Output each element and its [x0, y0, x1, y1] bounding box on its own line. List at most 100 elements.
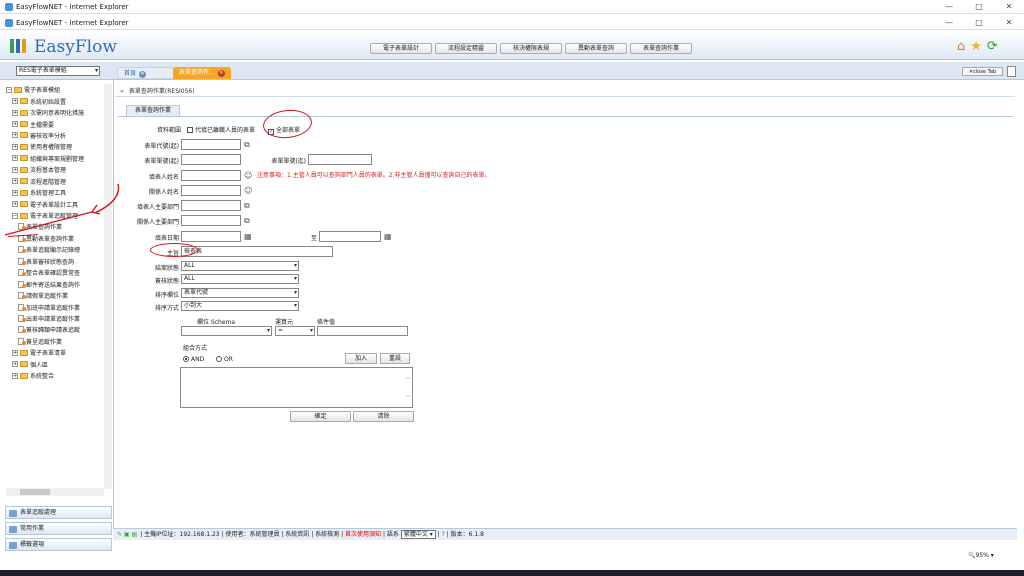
- language-select[interactable]: 繁體中文 ▾: [400, 530, 436, 539]
- accordion-tracking[interactable]: 表單追蹤處理: [5, 506, 112, 519]
- expand-icon[interactable]: +: [12, 109, 18, 116]
- tree-item[interactable]: + 使用者權限管理: [6, 141, 111, 152]
- nav-approval-rules[interactable]: 核決權限表規: [500, 43, 563, 54]
- expand-icon[interactable]: +: [12, 361, 18, 368]
- filler-dept-input[interactable]: [181, 200, 241, 211]
- expand-icon[interactable]: +: [12, 166, 18, 173]
- schema-select[interactable]: ▾: [181, 326, 272, 336]
- operator-select[interactable]: = ▾: [275, 326, 315, 336]
- accordion-tags[interactable]: 標籤選項: [5, 538, 112, 551]
- tab-home[interactable]: 首頁 ✕: [117, 67, 174, 79]
- date-start-input[interactable]: [181, 231, 241, 242]
- refresh-icon[interactable]: ⟳: [987, 40, 998, 54]
- close-status-select[interactable]: ALL ▾: [181, 261, 299, 271]
- tree-item[interactable]: + 主檔需要: [6, 118, 111, 129]
- status-first-use-link[interactable]: 首次使用須知: [345, 531, 381, 538]
- maximize-button[interactable]: □: [964, 2, 994, 11]
- zoom-level[interactable]: 🔍95% ▾: [968, 552, 994, 559]
- nav-form-query[interactable]: 表單查詢作業: [630, 43, 693, 54]
- sort-order-select[interactable]: 小到大 ▾: [181, 301, 299, 311]
- reset-button[interactable]: 重設: [380, 353, 410, 364]
- tree-item[interactable]: 加班申請單追蹤作業: [6, 301, 111, 312]
- review-status-select[interactable]: ALL ▾: [181, 274, 299, 284]
- close-icon[interactable]: ✕: [139, 71, 147, 78]
- add-button[interactable]: 加入: [345, 353, 377, 364]
- expand-icon[interactable]: +: [12, 121, 18, 128]
- user-icon[interactable]: ☺: [244, 171, 252, 180]
- tree-item[interactable]: 請假單追蹤作業: [6, 290, 111, 301]
- expand-icon[interactable]: +: [12, 155, 18, 162]
- close-window-button[interactable]: ✕: [994, 2, 1024, 11]
- tree-item[interactable]: 表單審核狀態查詢: [6, 256, 111, 267]
- tree-item[interactable]: 簽呈追蹤作業: [6, 336, 111, 347]
- form-code-input[interactable]: [181, 139, 241, 150]
- copy-icon[interactable]: ⧉: [244, 140, 250, 149]
- tree-item[interactable]: + 次需同意表明化措施: [6, 107, 111, 118]
- status-syscheck-link[interactable]: 系統檢測: [315, 531, 339, 538]
- condition-input[interactable]: [317, 326, 408, 336]
- minimize-button[interactable]: —: [934, 18, 964, 27]
- minimize-button[interactable]: —: [934, 2, 964, 11]
- checkbox[interactable]: [187, 127, 193, 133]
- tree-item[interactable]: 整合表單確認異常查: [6, 267, 111, 278]
- tree-item[interactable]: − 電子表單模組: [6, 84, 111, 95]
- tree-item[interactable]: 簽核歸類申請表追蹤: [6, 324, 111, 335]
- textarea-scrollbar[interactable]: ︿ ﹀: [404, 368, 412, 407]
- tree-item[interactable]: + 組織與專案規劃管理: [6, 153, 111, 164]
- close-window-button[interactable]: ✕: [994, 18, 1024, 27]
- condition-textarea[interactable]: ︿ ﹀: [180, 367, 413, 408]
- scroll-thumb[interactable]: [20, 489, 50, 495]
- tab-form-query[interactable]: 表單查詢作... ✕: [173, 67, 231, 79]
- maximize-button[interactable]: □: [964, 18, 994, 27]
- copy-icon[interactable]: ⧉: [244, 201, 250, 210]
- tree-item[interactable]: + 流程基本管理: [6, 164, 111, 175]
- date-end-input[interactable]: [319, 231, 381, 242]
- tree-item[interactable]: + 審核效率分析: [6, 130, 111, 141]
- subject-input[interactable]: 檢查表: [181, 246, 333, 257]
- radio[interactable]: [216, 356, 222, 362]
- and-radio[interactable]: AND: [183, 356, 204, 363]
- tree-item[interactable]: 郵件寄送結果查詢作: [6, 278, 111, 289]
- copy-icon[interactable]: ⧉: [244, 216, 250, 225]
- calendar-icon[interactable]: ▦: [384, 232, 392, 241]
- user-icon[interactable]: ☺: [244, 186, 252, 195]
- nav-change-query[interactable]: 異動表單查詢: [565, 43, 628, 54]
- tree-item[interactable]: + 個人區: [6, 359, 111, 370]
- tree-item[interactable]: 表單追蹤顯示記錄總: [6, 244, 111, 255]
- calendar-icon[interactable]: ▦: [244, 232, 252, 241]
- expand-icon[interactable]: +: [12, 372, 18, 379]
- expand-icon[interactable]: +: [12, 143, 18, 150]
- status-sysinfo-link[interactable]: 系統資訊: [285, 531, 309, 538]
- related-input[interactable]: [181, 185, 241, 196]
- tree-horizontal-scrollbar[interactable]: [6, 488, 104, 496]
- tree-vertical-scrollbar[interactable]: [104, 84, 112, 489]
- form-no-start-input[interactable]: [181, 154, 241, 165]
- tree-item[interactable]: 出差申請單追蹤作業: [6, 313, 111, 324]
- scope-option-resigned[interactable]: 代填已離職人員的表單: [187, 125, 255, 134]
- accordion-common[interactable]: 常用作業: [5, 522, 112, 535]
- form-tab[interactable]: 表單查詢作業: [126, 105, 180, 116]
- expand-icon[interactable]: +: [12, 349, 18, 356]
- radio-checked[interactable]: [183, 356, 189, 362]
- nav-flow-wizard[interactable]: 流程設定精靈: [435, 43, 498, 54]
- expand-icon[interactable]: +: [12, 98, 18, 105]
- sort-field-select[interactable]: 表單代號 ▾: [181, 288, 299, 298]
- or-radio[interactable]: OR: [216, 356, 233, 363]
- home-icon[interactable]: ⌂: [957, 40, 965, 54]
- collapse-icon[interactable]: −: [6, 86, 12, 93]
- tree-item[interactable]: + 系統初始設置: [6, 95, 111, 106]
- filler-input[interactable]: [181, 170, 241, 181]
- tree-item[interactable]: + 電子表單清單: [6, 347, 111, 358]
- related-dept-input[interactable]: [181, 215, 241, 226]
- help-icon[interactable]: ?: [442, 531, 445, 538]
- fullscreen-button[interactable]: [1007, 66, 1016, 77]
- close-tab-button[interactable]: ✕close Tab: [962, 67, 1003, 76]
- module-select[interactable]: RES電子表單模組 ▾: [16, 66, 100, 76]
- expand-icon[interactable]: +: [12, 132, 18, 139]
- clear-button[interactable]: 清除: [353, 411, 414, 422]
- confirm-button[interactable]: 確定: [290, 411, 351, 422]
- close-icon[interactable]: ✕: [217, 70, 225, 77]
- nav-form-design[interactable]: 電子表單設計: [370, 43, 433, 54]
- form-no-end-input[interactable]: [308, 154, 372, 165]
- tree-item[interactable]: + 系統整合: [6, 370, 111, 381]
